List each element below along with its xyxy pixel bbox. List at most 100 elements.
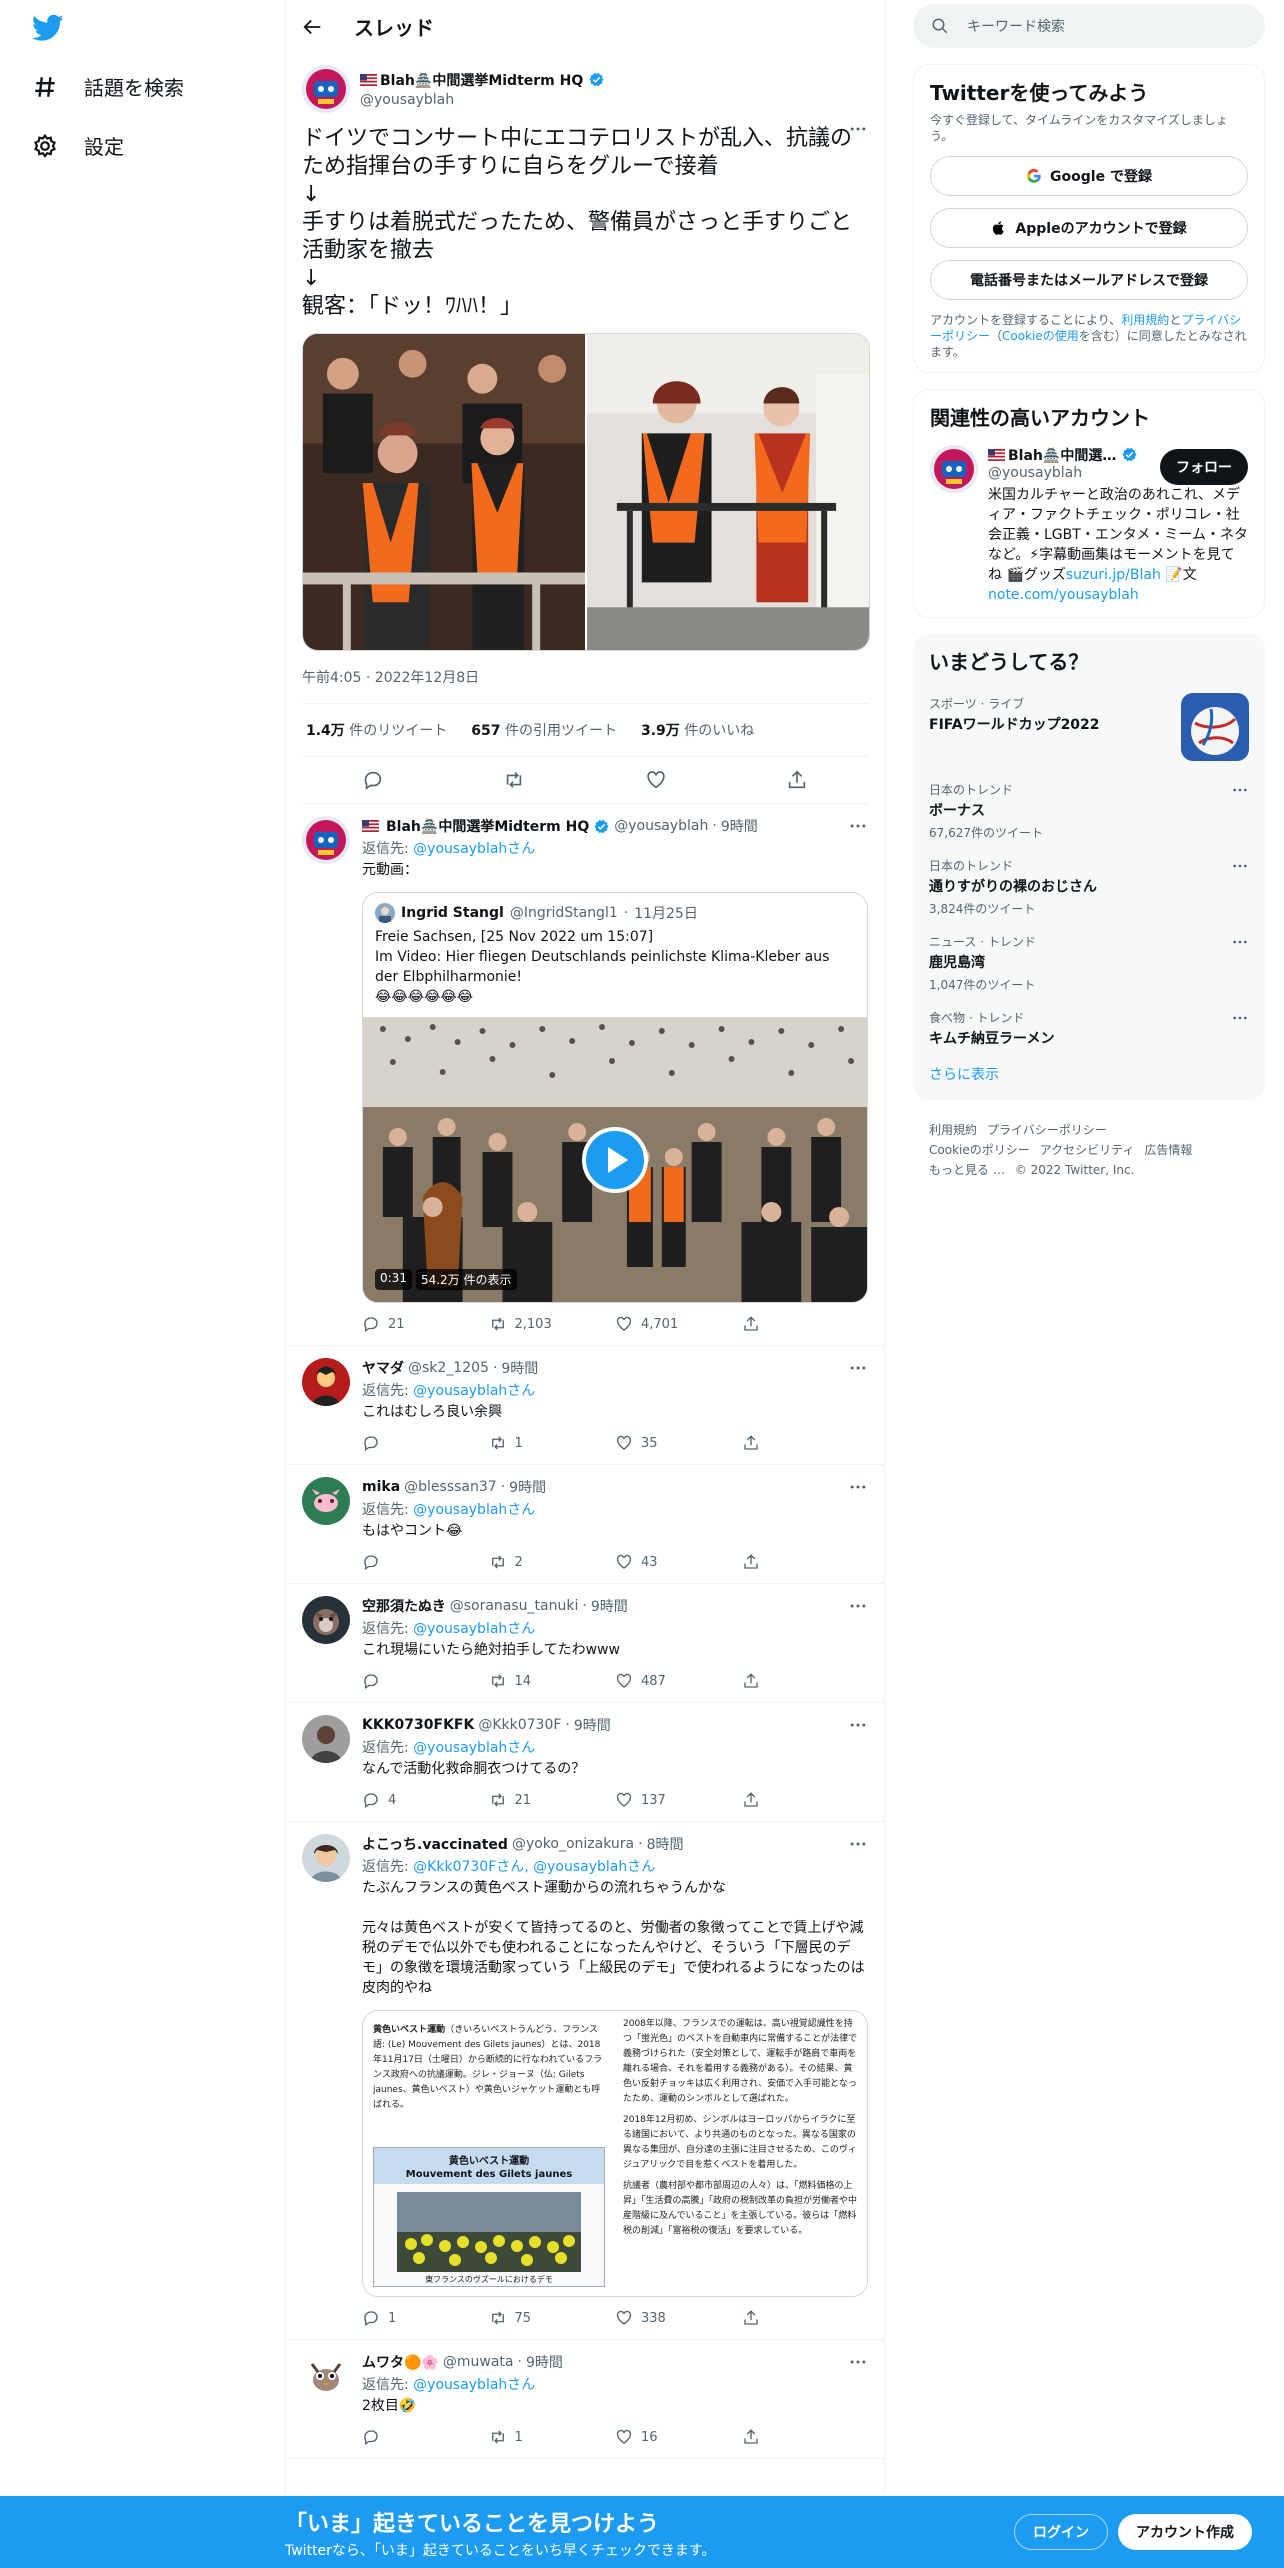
reply-tweet[interactable]: KKK0730FKFK @Kkk0730F · 9時間 返信先: @yousaybla…	[286, 1703, 884, 1822]
more-options-icon[interactable]	[848, 1834, 868, 1854]
retweet-button[interactable]: 1	[489, 2428, 616, 2446]
author-name[interactable]: Blah🏯中間選挙Midterm HQ	[380, 73, 583, 89]
retweet-button[interactable]: 2,103	[489, 1315, 616, 1333]
related-account[interactable]: Blah🏯中間選… @yousayblah 米国カルチャーと政治のあれこれ、メデ…	[930, 445, 1248, 605]
follow-button[interactable]: フォロー	[1160, 449, 1248, 485]
share-button[interactable]	[742, 1791, 869, 1809]
related-name[interactable]: Blah🏯中間選…	[1008, 448, 1116, 464]
reply-author-name[interactable]: ヤマダ	[362, 1358, 404, 1378]
trend-item[interactable]: 日本のトレンド 通りすがりの裸のおじさん 3,824件のツイート	[929, 849, 1249, 925]
more-options-icon[interactable]	[848, 816, 868, 836]
reply-button[interactable]	[362, 1672, 489, 1690]
reply-time[interactable]: 9時間	[509, 1477, 546, 1497]
bio-link-suzuri[interactable]: suzuri.jp/Blah	[1066, 567, 1161, 583]
avatar[interactable]	[302, 1596, 350, 1644]
search-input[interactable]: キーワード検索	[913, 4, 1265, 48]
reply-time[interactable]: 9時間	[574, 1715, 611, 1735]
reply-author-handle[interactable]: @muwata	[443, 2354, 514, 2370]
avatar[interactable]	[302, 816, 350, 864]
tweet-timestamp[interactable]: 午前4:05 · 2022年12月8日	[302, 667, 868, 704]
reply-author-name[interactable]: 空那須たぬき	[362, 1596, 446, 1616]
show-more-link[interactable]: さらに表示	[929, 1064, 1249, 1084]
more-options-icon[interactable]	[848, 1358, 868, 1378]
reply-tweet[interactable]: Blah🏯中間選挙Midterm HQ @yousayblah · 9時間 返信…	[286, 804, 884, 1346]
retweet-button[interactable]: 1	[489, 1434, 616, 1452]
reply-button[interactable]: 4	[362, 1791, 489, 1809]
footer-terms[interactable]: 利用規約	[929, 1123, 977, 1137]
reply-author-name[interactable]: よこっち.vaccinated	[362, 1834, 508, 1854]
reply-time[interactable]: 9時間	[591, 1596, 628, 1616]
create-account-button[interactable]: アカウント作成	[1118, 2514, 1252, 2550]
reply-time[interactable]: 8時間	[647, 1834, 684, 1854]
reply-icon[interactable]	[362, 769, 384, 791]
nav-settings[interactable]: 設定	[32, 131, 124, 160]
like-button[interactable]: 487	[615, 1672, 742, 1690]
reply-author-handle[interactable]: @Kkk0730F	[478, 1717, 561, 1733]
phone-email-signup-button[interactable]: 電話番号またはメールアドレスで登録	[930, 260, 1248, 300]
reply-to-link[interactable]: @yousayblahさん	[413, 1740, 535, 1756]
footer-privacy[interactable]: プライバシーポリシー	[987, 1123, 1107, 1137]
reply-to-link[interactable]: @yousayblahさん	[413, 1383, 535, 1399]
share-icon[interactable]	[786, 769, 808, 791]
wikipedia-screenshot-image[interactable]: 黄色いベスト運動（きいろいベストうんどう、フランス語: (Le) Mouveme…	[362, 2010, 868, 2297]
reply-author-name[interactable]: KKK0730FKFK	[362, 1717, 474, 1733]
quote-video[interactable]: 0:31 54.2万 件の表示	[363, 1017, 867, 1302]
like-stat[interactable]: 3.9万 件のいいね	[641, 720, 754, 740]
author-handle[interactable]: @yousayblah	[360, 92, 605, 108]
footer-ads[interactable]: 広告情報	[1144, 1143, 1192, 1157]
reply-tweet[interactable]: ムワタ🟠🌸 @muwata · 9時間 返信先: @yousayblahさん 2枚目🤣…	[286, 2340, 884, 2459]
reply-to-link[interactable]: @Kkk0730Fさん, @yousayblahさん	[413, 1859, 655, 1875]
reply-time[interactable]: 9時間	[721, 816, 758, 836]
reply-tweet[interactable]: よこっち.vaccinated @yoko_onizakura · 8時間 返信先: …	[286, 1822, 884, 2340]
avatar[interactable]	[302, 1477, 350, 1525]
trend-item[interactable]: 日本のトレンド ボーナス 67,627件のツイート	[929, 773, 1249, 849]
retweet-button[interactable]: 2	[489, 1553, 616, 1571]
share-button[interactable]	[742, 1553, 869, 1571]
more-options-icon[interactable]	[1231, 933, 1249, 951]
reply-tweet[interactable]: ヤマダ @sk2_1205 · 9時間 返信先: @yousayblahさん これはむ…	[286, 1346, 884, 1465]
reply-to-link[interactable]: @yousayblahさん	[413, 2377, 535, 2393]
quote-stat[interactable]: 657 件の引用ツイート	[471, 720, 617, 740]
reply-to-link[interactable]: @yousayblahさん	[413, 841, 535, 857]
reply-author-handle[interactable]: @blesssan37	[404, 1479, 497, 1495]
like-button[interactable]: 35	[615, 1434, 742, 1452]
trend-item[interactable]: 食べ物 · トレンド キムチ納豆ラーメン	[929, 1001, 1249, 1056]
share-button[interactable]	[742, 2428, 869, 2446]
like-button[interactable]: 338	[615, 2309, 742, 2327]
retweet-button[interactable]: 14	[489, 1672, 616, 1690]
retweet-stat[interactable]: 1.4万 件のリツイート	[306, 720, 447, 740]
retweet-button[interactable]: 21	[489, 1791, 616, 1809]
retweet-icon[interactable]	[503, 769, 525, 791]
reply-button[interactable]	[362, 2428, 489, 2446]
photo-2[interactable]	[587, 334, 869, 650]
twitter-bird-icon[interactable]	[32, 14, 64, 42]
reply-tweet[interactable]: mika @blesssan37 · 9時間 返信先: @yousayblahさん も…	[286, 1465, 884, 1584]
retweet-button[interactable]: 75	[489, 2309, 616, 2327]
login-button[interactable]: ログイン	[1014, 2514, 1108, 2550]
reply-author-handle[interactable]: @yousayblah	[614, 818, 708, 834]
reply-button[interactable]	[362, 1434, 489, 1452]
back-arrow-icon[interactable]	[302, 16, 324, 38]
reply-button[interactable]: 21	[362, 1315, 489, 1333]
like-button[interactable]: 43	[615, 1553, 742, 1571]
play-button-icon[interactable]	[581, 1126, 649, 1194]
trend-item[interactable]: ニュース · トレンド 鹿児島湾 1,047件のツイート	[929, 925, 1249, 1001]
reply-time[interactable]: 9時間	[501, 1358, 538, 1378]
reply-author-name[interactable]: Blah🏯中間選挙Midterm HQ	[386, 816, 589, 836]
reply-author-name[interactable]: ムワタ🟠🌸	[362, 2352, 439, 2372]
reply-button[interactable]	[362, 1553, 489, 1571]
avatar[interactable]	[930, 445, 978, 493]
more-options-icon[interactable]	[848, 1596, 868, 1616]
footer-more[interactable]: もっと見る …	[929, 1163, 1005, 1177]
avatar[interactable]	[302, 1834, 350, 1882]
more-options-icon[interactable]	[848, 119, 868, 139]
share-button[interactable]	[742, 1672, 869, 1690]
trend-item[interactable]: スポーツ · ライブ FIFAワールドカップ2022	[929, 687, 1249, 773]
nav-explore[interactable]: 話題を検索	[32, 72, 184, 101]
more-options-icon[interactable]	[1231, 781, 1249, 799]
reply-author-handle[interactable]: @yoko_onizakura	[512, 1836, 634, 1852]
like-button[interactable]: 16	[615, 2428, 742, 2446]
share-button[interactable]	[742, 1434, 869, 1452]
avatar[interactable]	[302, 65, 350, 113]
like-button[interactable]: 137	[615, 1791, 742, 1809]
